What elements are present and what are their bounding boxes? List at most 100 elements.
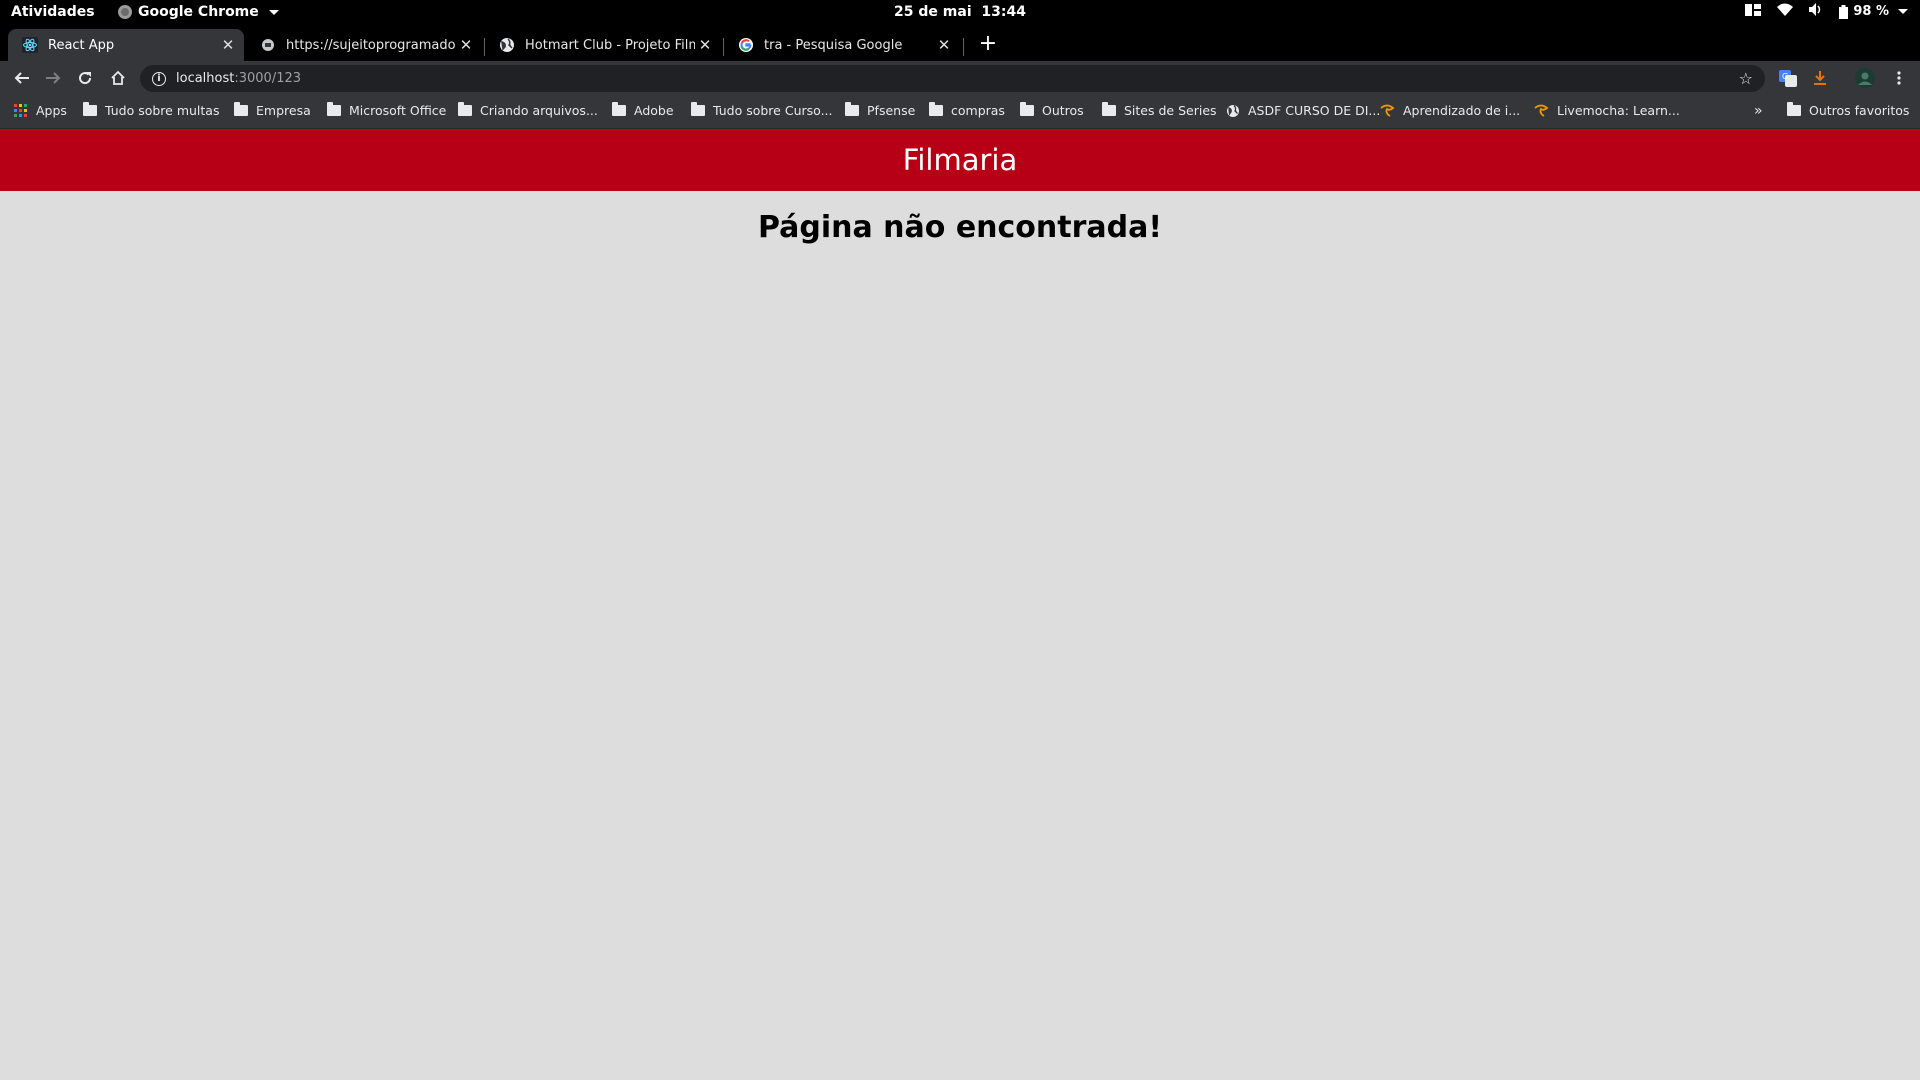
close-icon[interactable]: ✕ [695, 36, 715, 54]
folder-icon [691, 102, 705, 116]
bookmark-label: Microsoft Office [349, 103, 447, 118]
bookmark-folder-pfsense[interactable]: Pfsense [845, 102, 916, 118]
bookmark-label: Aprendizado de i... [1403, 103, 1521, 118]
bookmark-folder-sites-de-series[interactable]: Sites de Series [1102, 102, 1217, 118]
bookmark-folder-adobe[interactable]: Adobe [612, 102, 674, 118]
bookmark-livemocha[interactable]: Livemocha: Learn... [1533, 103, 1680, 118]
chrome-icon [118, 5, 132, 19]
clock-time[interactable]: 13:44 [981, 4, 1026, 20]
window-layout-icon[interactable] [1745, 3, 1762, 20]
bookmarks-overflow-button[interactable]: » [1754, 103, 1763, 119]
bookmark-label: Criando arquivos... [480, 103, 598, 118]
folder-icon [327, 102, 341, 116]
folder-icon [845, 102, 859, 116]
tab-react-app[interactable]: React App ✕ [8, 29, 244, 61]
bookmark-label: Outros [1042, 103, 1084, 118]
new-tab-button[interactable]: + [975, 32, 1001, 58]
activities-button[interactable]: Atividades [11, 4, 95, 20]
home-button[interactable] [106, 66, 130, 90]
bookmark-folder-multas[interactable]: Tudo sobre multas [83, 102, 220, 118]
profile-button[interactable] [1853, 66, 1877, 90]
reload-button[interactable] [73, 66, 97, 90]
globe-icon [499, 37, 515, 53]
livemocha-icon [1379, 104, 1395, 118]
bookmark-folder-outros[interactable]: Outros [1020, 102, 1084, 118]
close-icon[interactable]: ✕ [218, 36, 238, 54]
bookmark-folder-microsoft-office[interactable]: Microsoft Office [327, 102, 447, 118]
system-top-bar: Atividades Google Chrome 25 de mai 13:44… [0, 0, 1920, 25]
home-icon [111, 70, 125, 85]
browser-toolbar: i localhost:3000/123 ☆ G [0, 61, 1920, 95]
page-icon [260, 37, 276, 53]
tab-google-search[interactable]: tra - Pesquisa Google ✕ [724, 29, 960, 61]
apps-grid-icon [14, 103, 28, 118]
url-host: localhost [176, 71, 235, 86]
chevron-double-right-icon: » [1754, 103, 1763, 119]
battery-percent: 98 % [1853, 4, 1889, 19]
bookmark-folder-empresa[interactable]: Empresa [234, 102, 311, 118]
tab-separator [963, 38, 964, 56]
bookmark-label: Adobe [634, 103, 674, 118]
chevron-down-icon [1898, 9, 1908, 14]
address-url: localhost:3000/123 [176, 71, 301, 86]
bookmark-folder-criando-arquivos[interactable]: Criando arquivos... [458, 102, 598, 118]
app-menu[interactable]: Google Chrome [118, 4, 279, 20]
star-icon[interactable]: ☆ [1739, 69, 1753, 88]
react-icon [22, 37, 38, 53]
volume-icon [1809, 3, 1823, 20]
clock: 25 de mai 13:44 [0, 4, 1920, 20]
download-icon [1814, 71, 1826, 85]
site-header: Filmaria [0, 129, 1920, 191]
folder-icon [929, 102, 943, 116]
bookmark-label: Tudo sobre multas [105, 103, 220, 118]
site-logo[interactable]: Filmaria [903, 143, 1017, 177]
download-extension-button[interactable] [1808, 66, 1832, 90]
tab-title: React App [48, 37, 115, 53]
bookmark-label: Pfsense [867, 103, 916, 118]
info-icon[interactable]: i [152, 71, 166, 86]
bookmark-folder-outros-favoritos[interactable]: Outros favoritos [1787, 102, 1909, 118]
bookmark-label: Empresa [256, 103, 311, 118]
avatar [1855, 68, 1875, 88]
bookmarks-bar: Apps Tudo sobre multas Empresa Microsoft… [0, 95, 1920, 129]
translate-icon: G [1779, 70, 1797, 87]
tab-hotmart-club[interactable]: Hotmart Club - Projeto Filmes ✕ [485, 29, 721, 61]
tab-title: https://sujeitoprogramador.c [286, 37, 456, 53]
app-menu-label: Google Chrome [138, 4, 259, 20]
tab-sujeitoprogramador[interactable]: https://sujeitoprogramador.c ✕ [246, 29, 482, 61]
url-path: :3000/123 [234, 71, 302, 86]
folder-icon [83, 102, 97, 116]
more-vertical-icon [1897, 71, 1901, 85]
battery-icon [1839, 4, 1849, 19]
translate-extension-button[interactable]: G [1776, 66, 1800, 90]
folder-icon [612, 102, 626, 116]
address-bar[interactable]: i localhost:3000/123 ☆ [140, 65, 1765, 92]
system-tray[interactable]: 98 % [1745, 3, 1908, 20]
chevron-down-icon [268, 9, 279, 15]
battery-indicator: 98 % [1839, 4, 1908, 19]
bookmark-label: ASDF CURSO DE DI... [1248, 103, 1381, 118]
bookmark-apps[interactable]: Apps [14, 103, 67, 118]
bookmark-folder-compras[interactable]: compras [929, 102, 1005, 118]
folder-icon [1020, 102, 1034, 116]
close-icon[interactable]: ✕ [934, 36, 954, 54]
back-button[interactable] [10, 66, 34, 90]
bookmark-asdf-curso[interactable]: ASDF CURSO DE DI... [1226, 103, 1380, 118]
folder-icon [458, 102, 472, 116]
forward-button[interactable] [41, 66, 65, 90]
folder-icon [1787, 102, 1801, 116]
bookmark-label: Livemocha: Learn... [1557, 103, 1680, 118]
livemocha-icon [1533, 104, 1549, 118]
bookmark-label: Apps [36, 103, 67, 118]
globe-icon [1226, 104, 1240, 118]
clock-date[interactable]: 25 de mai [894, 4, 972, 20]
not-found-message: Página não encontrada! [757, 210, 1163, 245]
folder-icon [234, 102, 248, 116]
bookmark-folder-cursos[interactable]: Tudo sobre Curso... [691, 102, 833, 118]
bookmark-label: Sites de Series [1124, 103, 1217, 118]
chrome-menu-button[interactable] [1887, 66, 1911, 90]
bookmark-aprendizado[interactable]: Aprendizado de i... [1379, 103, 1520, 118]
reload-icon [79, 72, 92, 85]
close-icon[interactable]: ✕ [456, 36, 476, 54]
tab-title: tra - Pesquisa Google [764, 37, 903, 53]
